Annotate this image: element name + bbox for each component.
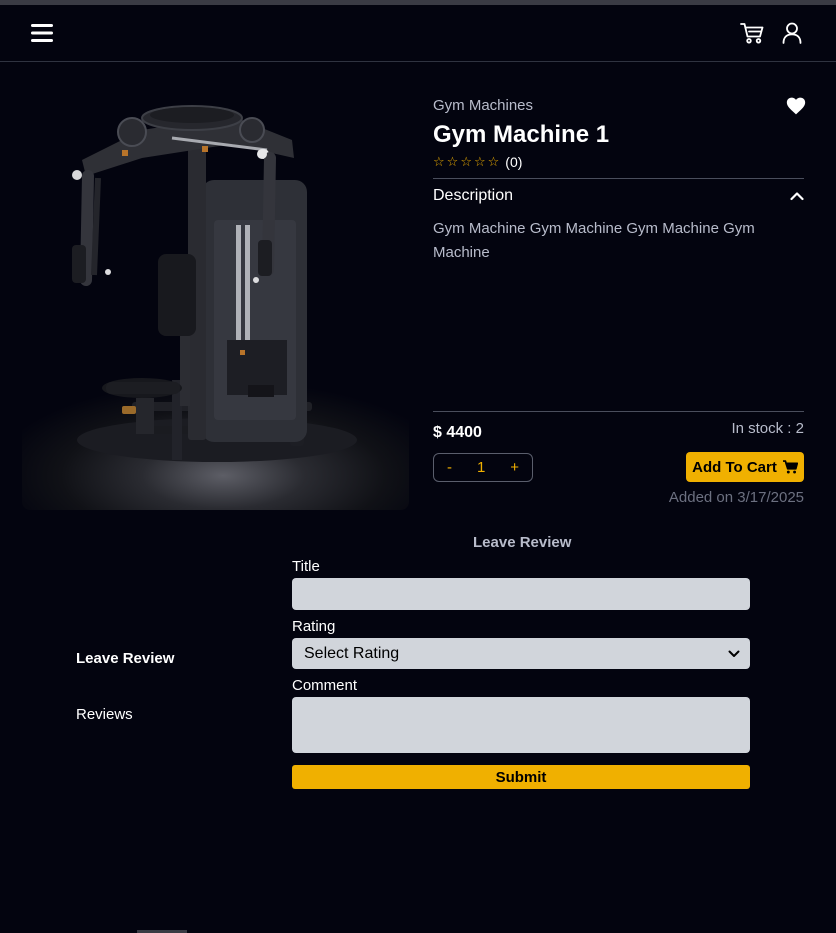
star-outline-icon: ☆ (446, 154, 459, 169)
added-date: Added on 3/17/2025 (668, 489, 804, 506)
quantity-stepper: - 1 + (433, 453, 533, 482)
star-outline-icon: ☆ (460, 154, 472, 169)
review-title-input[interactable] (292, 578, 750, 610)
product-title: Gym Machine 1 (433, 121, 610, 148)
rating-select[interactable]: Select Rating (292, 638, 750, 669)
star-outline-icon: ☆ (487, 154, 500, 169)
submit-review-button[interactable]: Submit (292, 765, 750, 789)
hamburger-menu-icon[interactable] (30, 21, 54, 45)
rating-select-value: Select Rating (304, 644, 400, 662)
description-text: Gym Machine Gym Machine Gym Machine Gym … (433, 220, 755, 261)
description-toggle[interactable]: Description (433, 186, 804, 206)
review-comment-textarea[interactable] (292, 697, 750, 753)
chevron-down-icon (728, 650, 740, 657)
star-outline-icon: ☆ (433, 154, 445, 169)
product-category: Gym Machines (433, 97, 534, 114)
shopping-cart-icon[interactable] (739, 21, 765, 45)
review-form-heading: Leave Review (473, 534, 572, 551)
tab-reviews[interactable]: Reviews (76, 706, 133, 723)
add-to-cart-button[interactable]: Add To Cart (686, 452, 804, 482)
chevron-up-icon (790, 192, 804, 201)
quantity-value: 1 (476, 459, 486, 476)
rating-count: (0) (505, 154, 523, 170)
description-label: Description (433, 187, 514, 204)
product-price: $ 4400 (433, 424, 482, 441)
cart-icon (782, 460, 798, 474)
product-image (22, 80, 409, 510)
add-to-cart-label: Add To Cart (692, 458, 777, 476)
star-rating: ☆ ☆ ☆ ☆ ☆ (0) (433, 154, 522, 170)
divider (433, 411, 804, 412)
navbar (0, 5, 836, 62)
increase-quantity-button[interactable]: + (510, 459, 519, 476)
title-label: Title (292, 558, 320, 575)
star-outline-icon: ☆ (473, 154, 486, 169)
divider (433, 178, 804, 179)
decrease-quantity-button[interactable]: - (447, 459, 452, 476)
heart-icon[interactable] (786, 96, 806, 116)
user-profile-icon[interactable] (780, 21, 804, 45)
rating-label: Rating (292, 618, 336, 635)
comment-label: Comment (292, 677, 358, 694)
stock-status: In stock : 2 (731, 420, 804, 437)
tab-leave-review[interactable]: Leave Review (76, 650, 174, 667)
